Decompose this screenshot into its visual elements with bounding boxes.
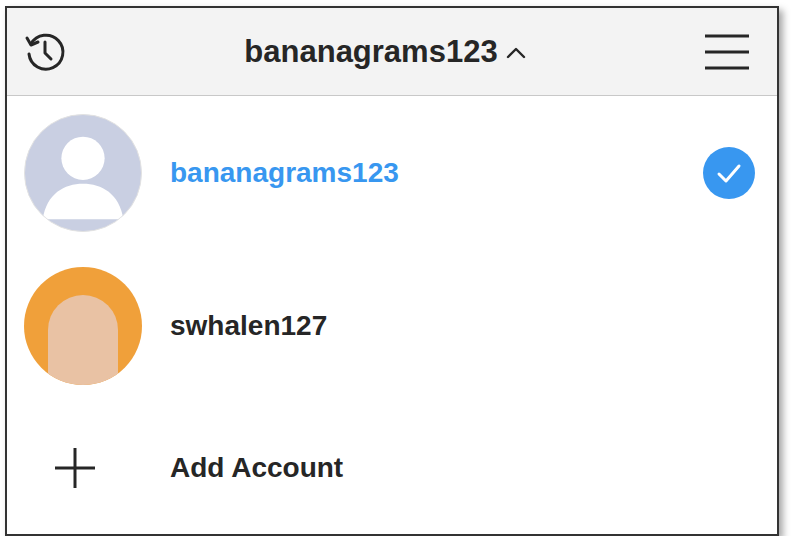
account-list: bananagrams123 swhalen127 Add Account: [7, 96, 777, 534]
account-row[interactable]: bananagrams123: [7, 96, 777, 249]
add-account-label[interactable]: Add Account: [170, 452, 343, 484]
username[interactable]: swhalen127: [170, 310, 755, 342]
chevron-up-icon[interactable]: [506, 45, 526, 59]
title-text[interactable]: bananagrams123: [244, 34, 497, 70]
history-icon[interactable]: [23, 30, 67, 74]
plus-icon[interactable]: [53, 446, 97, 490]
account-title[interactable]: bananagrams123: [67, 34, 703, 70]
checkmark-icon: [703, 147, 755, 199]
menu-icon[interactable]: [703, 30, 751, 74]
account-switcher: bananagrams123 bananagrams123 swhalen127 Ad…: [5, 6, 779, 536]
profile-photo: [24, 267, 142, 385]
username[interactable]: bananagrams123: [170, 157, 675, 189]
account-row[interactable]: swhalen127: [7, 249, 777, 402]
default-avatar-icon: [24, 114, 142, 232]
header-bar: bananagrams123: [7, 8, 777, 96]
add-account-row[interactable]: Add Account: [7, 402, 777, 534]
